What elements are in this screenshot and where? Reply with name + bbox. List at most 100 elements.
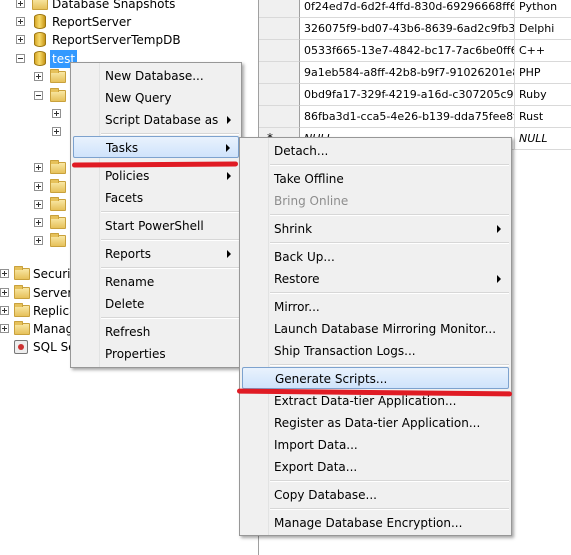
menu-item-start-powershell[interactable]: Start PowerShell bbox=[73, 215, 239, 237]
menu-item-new-query[interactable]: New Query bbox=[73, 87, 239, 109]
tree-node-child[interactable] bbox=[0, 159, 80, 177]
menu-separator bbox=[270, 508, 509, 510]
tree-node-reportserver[interactable]: ReportServer bbox=[0, 13, 258, 31]
menu-item-label: Export Data... bbox=[274, 460, 358, 474]
grid-cell-id[interactable]: 0bd9fa17-329f-4219-a16d-c307205c985f bbox=[300, 84, 515, 106]
menu-item-mirror[interactable]: Mirror... bbox=[242, 296, 509, 318]
tree-node-label: ReportServerTempDB bbox=[52, 33, 181, 47]
row-header[interactable] bbox=[259, 40, 300, 62]
grid-cell-lang[interactable]: Rust bbox=[515, 106, 571, 128]
tree-node-reportservertempdb[interactable]: ReportServerTempDB bbox=[0, 31, 258, 49]
tree-node-label: Manag bbox=[33, 322, 74, 336]
menu-item-manage-encryption[interactable]: Manage Database Encryption... bbox=[242, 512, 509, 534]
grid-cell-lang[interactable]: NULL bbox=[515, 128, 571, 150]
expand-icon[interactable] bbox=[52, 127, 61, 136]
menu-item-new-database[interactable]: New Database... bbox=[73, 65, 239, 87]
menu-item-tasks[interactable]: Tasks bbox=[73, 136, 239, 158]
folder-icon bbox=[50, 215, 66, 229]
tree-node-child[interactable] bbox=[0, 232, 80, 250]
row-header[interactable] bbox=[259, 0, 300, 18]
tree-node-database-snapshots[interactable]: Database Snapshots bbox=[0, 0, 258, 13]
expand-icon[interactable] bbox=[16, 0, 25, 8]
grid-cell-id[interactable]: 86fba3d1-cca5-4e26-b139-dda75fee8f8a bbox=[300, 106, 515, 128]
menu-item-rename[interactable]: Rename bbox=[73, 271, 239, 293]
expand-icon[interactable] bbox=[34, 218, 43, 227]
menu-separator bbox=[270, 292, 509, 294]
submenu-arrow-icon bbox=[227, 172, 231, 180]
expand-icon[interactable] bbox=[34, 163, 43, 172]
menu-item-copy-database[interactable]: Copy Database... bbox=[242, 484, 509, 506]
expand-icon[interactable] bbox=[34, 200, 43, 209]
expand-icon[interactable] bbox=[52, 109, 61, 118]
expand-icon[interactable] bbox=[34, 182, 43, 191]
grid-cell-id[interactable]: 9a1eb584-a8ff-42b8-b9f7-91026201e826 bbox=[300, 62, 515, 84]
menu-item-restore[interactable]: Restore bbox=[242, 268, 509, 290]
row-header[interactable] bbox=[259, 84, 300, 106]
menu-separator bbox=[101, 211, 239, 213]
grid-cell-id[interactable]: 0533f665-13e7-4842-bc17-7ac6be0ff6e9 bbox=[300, 40, 515, 62]
grid-cell-lang[interactable]: Delphi bbox=[515, 18, 571, 40]
row-header[interactable] bbox=[259, 62, 300, 84]
tree-node-child[interactable] bbox=[0, 123, 80, 141]
expand-icon[interactable] bbox=[34, 236, 43, 245]
menu-item-ship-transaction-logs[interactable]: Ship Transaction Logs... bbox=[242, 340, 509, 362]
menu-separator bbox=[270, 214, 509, 216]
menu-item-reports[interactable]: Reports bbox=[73, 243, 239, 265]
grid-cell-id[interactable]: 326075f9-bd07-43b6-8639-6ad2c9fb31b7 bbox=[300, 18, 515, 40]
row-header[interactable] bbox=[259, 106, 300, 128]
expand-icon[interactable] bbox=[0, 288, 9, 297]
expand-icon[interactable] bbox=[0, 306, 9, 315]
tree-node-child[interactable] bbox=[0, 178, 80, 196]
database-icon bbox=[34, 32, 46, 47]
menu-item-label: Policies bbox=[105, 169, 150, 183]
menu-item-import-data[interactable]: Import Data... bbox=[242, 434, 509, 456]
menu-item-launch-mirroring-monitor[interactable]: Launch Database Mirroring Monitor... bbox=[242, 318, 509, 340]
menu-separator bbox=[270, 364, 509, 366]
menu-item-take-offline[interactable]: Take Offline bbox=[242, 168, 509, 190]
tree-node-child[interactable] bbox=[0, 87, 80, 105]
collapse-icon[interactable] bbox=[16, 54, 25, 63]
menu-item-label: Register as Data-tier Application... bbox=[274, 416, 481, 430]
expand-icon[interactable] bbox=[0, 269, 9, 278]
submenu-arrow-icon bbox=[497, 225, 501, 233]
tree-node-child[interactable] bbox=[0, 196, 80, 214]
expand-icon[interactable] bbox=[0, 324, 9, 333]
menu-item-delete[interactable]: Delete bbox=[73, 293, 239, 315]
tree-node-child[interactable] bbox=[0, 68, 80, 86]
menu-item-label: Bring Online bbox=[274, 194, 349, 208]
tree-node-label: Securit bbox=[33, 267, 76, 281]
tree-node-child[interactable] bbox=[0, 105, 80, 123]
menu-item-label: Restore bbox=[274, 272, 320, 286]
menu-item-bring-online: Bring Online bbox=[242, 190, 509, 212]
expand-icon[interactable] bbox=[34, 72, 43, 81]
menu-item-export-data[interactable]: Export Data... bbox=[242, 456, 509, 478]
collapse-icon[interactable] bbox=[34, 91, 43, 100]
menu-item-back-up[interactable]: Back Up... bbox=[242, 246, 509, 268]
menu-separator bbox=[101, 133, 239, 135]
menu-item-refresh[interactable]: Refresh bbox=[73, 321, 239, 343]
menu-separator bbox=[101, 239, 239, 241]
grid-cell-lang[interactable]: PHP bbox=[515, 62, 571, 84]
menu-item-shrink[interactable]: Shrink bbox=[242, 218, 509, 240]
menu-item-label: Refresh bbox=[105, 325, 151, 339]
menu-item-detach[interactable]: Detach... bbox=[242, 140, 509, 162]
expand-icon[interactable] bbox=[16, 17, 25, 26]
menu-item-label: Back Up... bbox=[274, 250, 335, 264]
menu-item-label: Script Database as bbox=[105, 113, 219, 127]
grid-cell-lang[interactable]: Python bbox=[515, 0, 571, 18]
menu-separator bbox=[270, 164, 509, 166]
menu-item-generate-scripts[interactable]: Generate Scripts... bbox=[242, 367, 509, 389]
menu-item-policies[interactable]: Policies bbox=[73, 165, 239, 187]
folder-icon bbox=[50, 197, 66, 211]
grid-cell-lang[interactable]: Ruby bbox=[515, 84, 571, 106]
grid-cell-lang[interactable]: C++ bbox=[515, 40, 571, 62]
menu-item-facets[interactable]: Facets bbox=[73, 187, 239, 209]
menu-item-label: Launch Database Mirroring Monitor... bbox=[274, 322, 497, 336]
expand-icon[interactable] bbox=[16, 35, 25, 44]
tree-node-child[interactable] bbox=[0, 214, 80, 232]
menu-item-properties[interactable]: Properties bbox=[73, 343, 239, 365]
menu-item-script-database-as[interactable]: Script Database as bbox=[73, 109, 239, 131]
menu-item-register-data-tier[interactable]: Register as Data-tier Application... bbox=[242, 412, 509, 434]
row-header[interactable] bbox=[259, 18, 300, 40]
grid-cell-id[interactable]: 0f24ed7d-6d2f-4ffd-830d-69296668ff61 bbox=[300, 0, 515, 18]
